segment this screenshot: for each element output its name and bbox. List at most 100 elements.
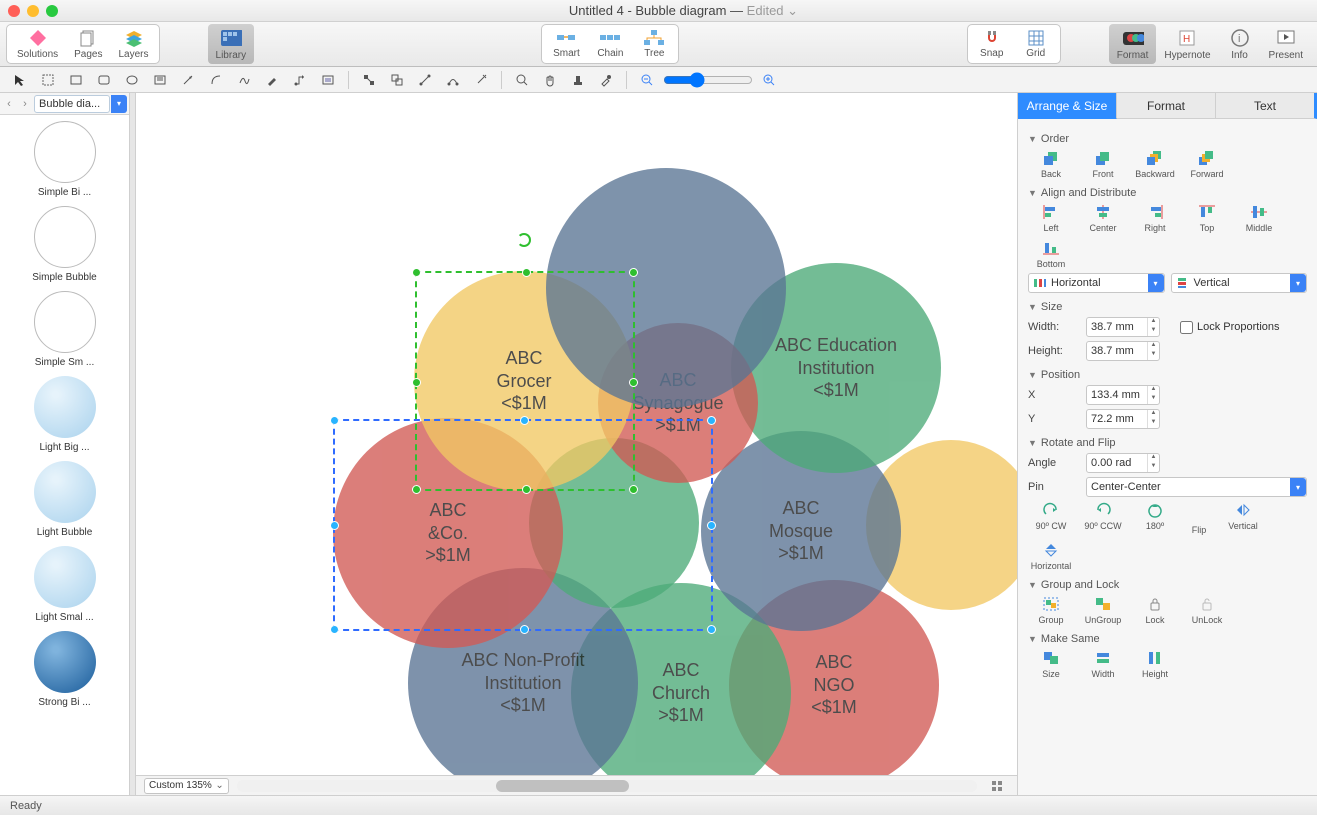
zoom-tool[interactable] bbox=[510, 70, 534, 90]
y-input[interactable]: 72.2 mm▲▼ bbox=[1086, 409, 1160, 429]
shape-item[interactable]: Light Smal ... bbox=[4, 546, 125, 623]
pin-dropdown[interactable]: Center-Center▾ bbox=[1086, 477, 1307, 497]
bubble[interactable] bbox=[546, 168, 786, 408]
width-input[interactable]: 38.7 mm▲▼ bbox=[1086, 317, 1160, 337]
lock-proportions-checkbox[interactable] bbox=[1180, 321, 1193, 334]
library-dropdown[interactable]: Bubble dia... bbox=[34, 95, 110, 113]
align-center-button[interactable]: Center bbox=[1080, 203, 1126, 233]
order-front-button[interactable]: Front bbox=[1080, 149, 1126, 179]
shape-item[interactable]: Simple Bi ... bbox=[4, 121, 125, 198]
shape-item[interactable]: Strong Bi ... bbox=[4, 631, 125, 708]
library-back-button[interactable]: ‹ bbox=[2, 97, 16, 111]
order-back-button[interactable]: Back bbox=[1028, 149, 1074, 179]
chain-connector-button[interactable]: Chain bbox=[588, 27, 632, 61]
snap-button[interactable]: Snap bbox=[970, 27, 1014, 61]
same-height-button[interactable]: Height bbox=[1132, 649, 1178, 679]
align-left-button[interactable]: Left bbox=[1028, 203, 1074, 233]
arc-tool[interactable] bbox=[204, 70, 228, 90]
distribute-horizontal-dropdown[interactable]: Horizontal▾ bbox=[1028, 273, 1165, 293]
tree-connector-button[interactable]: Tree bbox=[632, 27, 676, 61]
rounded-rect-tool[interactable] bbox=[92, 70, 116, 90]
present-button[interactable]: Present bbox=[1261, 24, 1311, 64]
smart-connector-button[interactable]: Smart bbox=[544, 27, 588, 61]
crop-tool[interactable] bbox=[316, 70, 340, 90]
zoom-out-button[interactable] bbox=[635, 70, 659, 90]
section-rotate[interactable]: ▼Rotate and Flip bbox=[1028, 437, 1307, 449]
zoom-slider[interactable] bbox=[663, 72, 753, 88]
stamp-tool[interactable] bbox=[566, 70, 590, 90]
edit-points-tool[interactable] bbox=[357, 70, 381, 90]
connector-group: Smart Chain Tree bbox=[541, 24, 679, 64]
pointer-tool[interactable] bbox=[8, 70, 32, 90]
tab-text[interactable]: Text bbox=[1216, 93, 1317, 119]
flip-horizontal-button[interactable]: Horizontal bbox=[1028, 541, 1074, 571]
hand-tool[interactable] bbox=[538, 70, 562, 90]
group-edit-tool[interactable] bbox=[385, 70, 409, 90]
tab-format[interactable]: Format bbox=[1117, 93, 1216, 119]
section-position[interactable]: ▼Position bbox=[1028, 369, 1307, 381]
align-middle-button[interactable]: Middle bbox=[1236, 203, 1282, 233]
group-ungroup-button[interactable]: UnGroup bbox=[1080, 595, 1126, 625]
shape-item[interactable]: Light Bubble bbox=[4, 461, 125, 538]
shape-item[interactable]: Simple Sm ... bbox=[4, 291, 125, 368]
zoom-in-button[interactable] bbox=[757, 70, 781, 90]
layers-button[interactable]: Layers bbox=[111, 27, 157, 61]
section-group[interactable]: ▼Group and Lock bbox=[1028, 579, 1307, 591]
section-align[interactable]: ▼Align and Distribute bbox=[1028, 187, 1307, 199]
fullscreen-window-button[interactable] bbox=[46, 5, 58, 17]
pages-button[interactable]: Pages bbox=[66, 27, 110, 61]
ellipse-tool[interactable] bbox=[120, 70, 144, 90]
library-forward-button[interactable]: › bbox=[18, 97, 32, 111]
page-navigator-icon[interactable] bbox=[985, 776, 1009, 796]
text-tool[interactable] bbox=[148, 70, 172, 90]
x-input[interactable]: 133.4 mm▲▼ bbox=[1086, 385, 1160, 405]
align-bottom-button[interactable]: Bottom bbox=[1028, 239, 1074, 269]
node-line-tool[interactable] bbox=[413, 70, 437, 90]
format-panel-button[interactable]: Format bbox=[1109, 24, 1157, 64]
angle-input[interactable]: 0.00 rad▲▼ bbox=[1086, 453, 1160, 473]
connector-tool[interactable] bbox=[288, 70, 312, 90]
align-top-button[interactable]: Top bbox=[1184, 203, 1230, 233]
rotation-handle-icon[interactable] bbox=[517, 233, 531, 247]
grid-button[interactable]: Grid bbox=[1014, 27, 1058, 61]
group-lock-button[interactable]: Lock bbox=[1132, 595, 1178, 625]
rotate-90cw-button[interactable]: 90º CW bbox=[1028, 501, 1074, 535]
info-panel-button[interactable]: i Info bbox=[1219, 24, 1261, 64]
distribute-vertical-dropdown[interactable]: Vertical▾ bbox=[1171, 273, 1308, 293]
shape-item[interactable]: Light Big ... bbox=[4, 376, 125, 453]
spline-tool[interactable] bbox=[232, 70, 256, 90]
solutions-button[interactable]: Solutions bbox=[9, 27, 66, 61]
same-size-button[interactable]: Size bbox=[1028, 649, 1074, 679]
align-right-button[interactable]: Right bbox=[1132, 203, 1178, 233]
library-button[interactable]: Library bbox=[208, 24, 255, 64]
group-group-button[interactable]: Group bbox=[1028, 595, 1074, 625]
group-unlock-button[interactable]: UnLock bbox=[1184, 595, 1230, 625]
rect-select-tool[interactable] bbox=[36, 70, 60, 90]
shape-item[interactable]: Simple Bubble bbox=[4, 206, 125, 283]
rotate-90ccw-button[interactable]: 90º CCW bbox=[1080, 501, 1126, 535]
section-order[interactable]: ▼Order bbox=[1028, 133, 1307, 145]
minimize-window-button[interactable] bbox=[27, 5, 39, 17]
order-backward-button[interactable]: Backward bbox=[1132, 149, 1178, 179]
line-tool[interactable] bbox=[176, 70, 200, 90]
rotate-180-button[interactable]: 180º bbox=[1132, 501, 1178, 535]
height-input[interactable]: 38.7 mm▲▼ bbox=[1086, 341, 1160, 361]
zoom-dropdown[interactable]: Custom 135% bbox=[144, 778, 229, 794]
order-forward-button[interactable]: Forward bbox=[1184, 149, 1230, 179]
same-width-button[interactable]: Width bbox=[1080, 649, 1126, 679]
section-size[interactable]: ▼Size bbox=[1028, 301, 1307, 313]
drawing-canvas[interactable]: ABC NGO <$1MABC Church >$1MABC Non-Profi… bbox=[136, 93, 1017, 775]
close-window-button[interactable] bbox=[8, 5, 20, 17]
wand-tool[interactable] bbox=[469, 70, 493, 90]
library-dropdown-caret[interactable]: ▾ bbox=[111, 95, 127, 113]
flip-vertical-button[interactable]: Vertical bbox=[1220, 501, 1266, 535]
rect-tool[interactable] bbox=[64, 70, 88, 90]
node-curve-tool[interactable] bbox=[441, 70, 465, 90]
snap-grid-group: Snap Grid bbox=[967, 24, 1061, 64]
horizontal-scrollbar[interactable] bbox=[237, 780, 977, 792]
eyedropper-tool[interactable] bbox=[594, 70, 618, 90]
tab-arrange-size[interactable]: Arrange & Size bbox=[1018, 93, 1117, 119]
pen-edit-tool[interactable] bbox=[260, 70, 284, 90]
section-make-same[interactable]: ▼Make Same bbox=[1028, 633, 1307, 645]
hypernote-panel-button[interactable]: H Hypernote bbox=[1156, 24, 1218, 64]
